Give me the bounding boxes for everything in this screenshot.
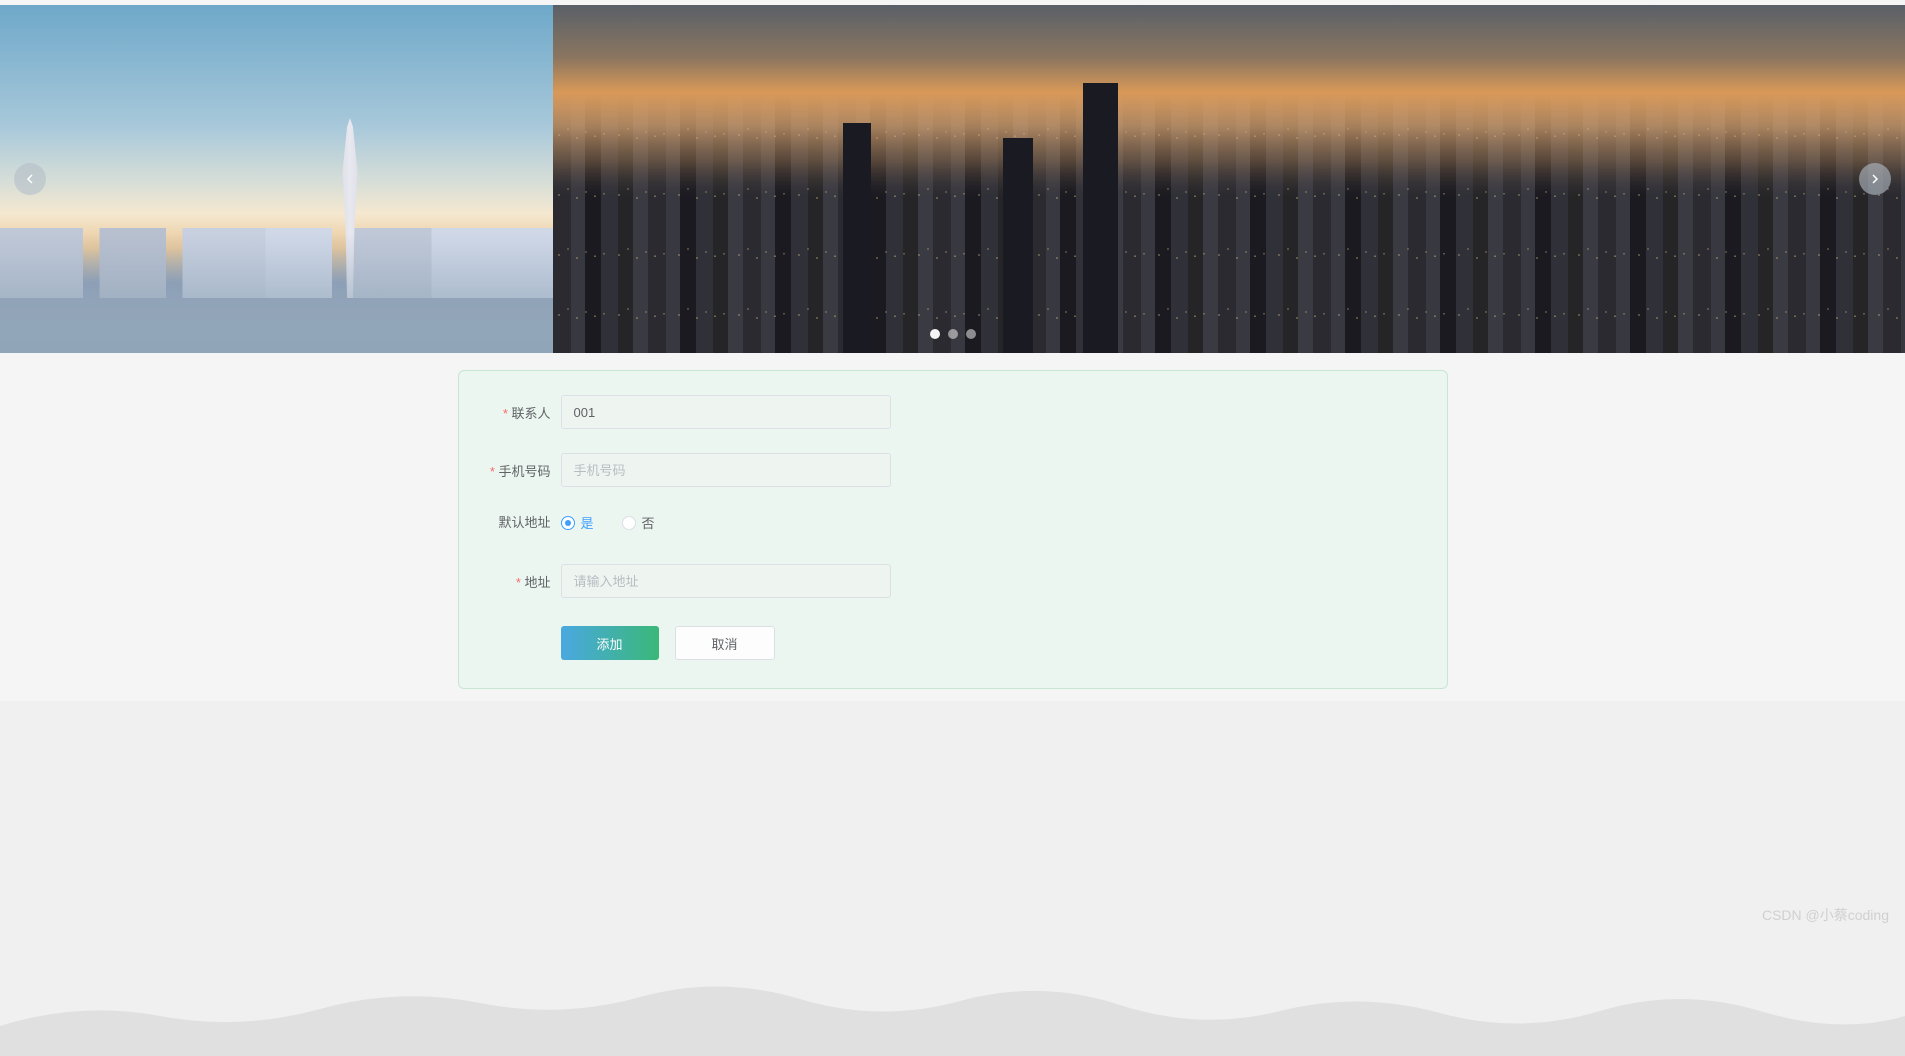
form-buttons: 添加 取消: [481, 626, 1425, 660]
radio-yes-circle: [561, 516, 575, 530]
carousel-prev-button[interactable]: [14, 163, 46, 195]
chevron-right-icon: [1869, 173, 1881, 185]
carousel-slide-1: [0, 5, 553, 353]
carousel-dot-1[interactable]: [930, 329, 940, 339]
contact-label: 联系人: [481, 403, 551, 422]
contact-input[interactable]: [561, 395, 891, 429]
banner-carousel: [0, 5, 1905, 353]
cancel-button[interactable]: 取消: [675, 626, 775, 660]
carousel-next-button[interactable]: [1859, 163, 1891, 195]
phone-label: 手机号码: [481, 461, 551, 480]
radio-yes-label: 是: [581, 513, 594, 532]
default-address-radio-group: 是 否: [561, 511, 655, 532]
phone-row: 手机号码: [481, 453, 1425, 487]
address-form-card: 联系人 手机号码 默认地址 是 否 地址: [458, 370, 1448, 689]
carousel-dot-3[interactable]: [966, 329, 976, 339]
carousel-slide-2: [553, 5, 1905, 353]
address-label: 地址: [481, 572, 551, 591]
background-mountains: [0, 701, 1905, 1056]
watermark-text: CSDN @小蔡coding: [1762, 905, 1889, 925]
radio-no-label: 否: [642, 513, 655, 532]
phone-input[interactable]: [561, 453, 891, 487]
chevron-left-icon: [24, 173, 36, 185]
radio-no-circle: [622, 516, 636, 530]
contact-row: 联系人: [481, 395, 1425, 429]
address-input[interactable]: [561, 564, 891, 598]
radio-no[interactable]: 否: [622, 513, 655, 532]
submit-button[interactable]: 添加: [561, 626, 659, 660]
address-row: 地址: [481, 564, 1425, 598]
default-address-row: 默认地址 是 否: [481, 511, 1425, 532]
radio-yes[interactable]: 是: [561, 513, 594, 532]
carousel-dot-2[interactable]: [948, 329, 958, 339]
carousel-indicators: [930, 329, 976, 339]
default-address-label: 默认地址: [481, 512, 551, 531]
